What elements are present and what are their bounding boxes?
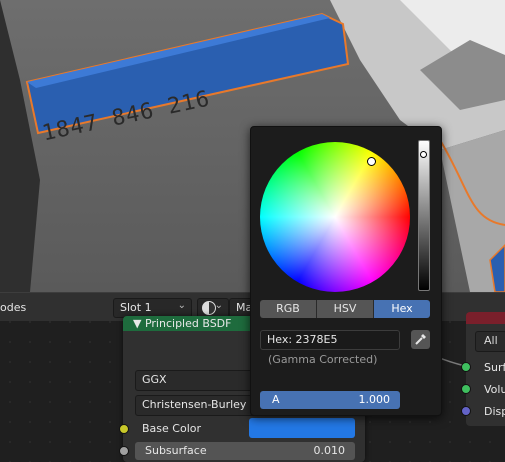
tab-hsv[interactable]: HSV bbox=[317, 300, 374, 318]
surface-socket-label: Surfa bbox=[484, 361, 505, 374]
value-slider-handle[interactable] bbox=[420, 151, 427, 158]
tab-rgb[interactable]: RGB bbox=[260, 300, 317, 318]
output-target-select[interactable]: All bbox=[475, 331, 505, 352]
eyedropper-icon bbox=[415, 334, 426, 345]
color-wheel[interactable] bbox=[260, 142, 410, 292]
color-wheel-cursor[interactable] bbox=[367, 157, 376, 166]
alpha-value: 1.000 bbox=[358, 393, 391, 406]
volume-socket-label: Volu bbox=[484, 383, 505, 396]
color-mode-tabs: RGB HSV Hex bbox=[260, 300, 430, 318]
surface-socket[interactable] bbox=[461, 362, 471, 372]
alpha-label: A bbox=[272, 393, 280, 406]
hex-input[interactable]: Hex: 2378E5 bbox=[260, 330, 400, 350]
hex-input-value: Hex: 2378E5 bbox=[267, 333, 338, 346]
output-target-value: All bbox=[484, 334, 498, 347]
alpha-slider[interactable]: A 1.000 bbox=[260, 391, 400, 409]
volume-socket[interactable] bbox=[461, 384, 471, 394]
displacement-socket-label: Disp bbox=[484, 405, 505, 418]
output-node-header[interactable] bbox=[466, 312, 505, 324]
eyedropper-button[interactable] bbox=[411, 330, 430, 349]
displacement-socket[interactable] bbox=[461, 406, 471, 416]
color-picker-popup[interactable]: RGB HSV Hex Hex: 2378E5 (Gamma Corrected… bbox=[250, 126, 442, 416]
gamma-corrected-note: (Gamma Corrected) bbox=[268, 353, 378, 366]
value-slider[interactable] bbox=[418, 140, 430, 291]
tab-hex[interactable]: Hex bbox=[374, 300, 430, 318]
